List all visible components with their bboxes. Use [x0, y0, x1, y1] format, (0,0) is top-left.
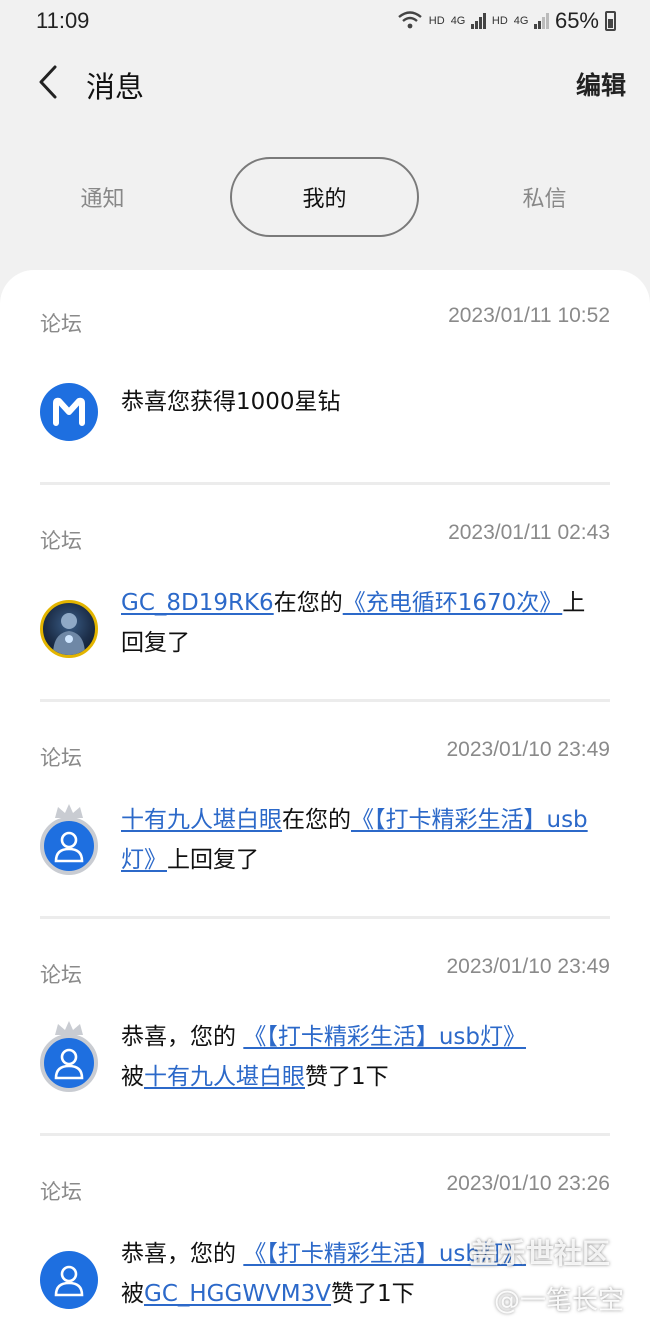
signal-icon — [471, 13, 486, 29]
avatar[interactable] — [40, 1034, 98, 1092]
network-label-1: 4G — [450, 15, 466, 27]
list-item[interactable]: 论坛 2023/01/11 02:43 GC_8D19RK6在您的《充电循环16… — [40, 521, 610, 705]
list-item[interactable]: 论坛 2023/01/10 23:49 恭喜，您的 《【打卡精彩生活】usb灯》… — [40, 955, 610, 1139]
message-source: 论坛 — [40, 963, 82, 987]
watermark-community: 盖乐世社区 — [470, 1237, 611, 1270]
message-time: 2023/01/11 02:43 — [448, 521, 610, 544]
post-link[interactable]: 《充电循环1670次》 — [343, 590, 563, 616]
divider — [40, 699, 610, 702]
message-content: 恭喜您获得1000星钻 — [121, 389, 341, 415]
user-link[interactable]: 十有九人堪白眼 — [144, 1064, 305, 1090]
message-prefix-text: 恭喜，您的 — [121, 1024, 236, 1050]
battery-icon — [605, 11, 616, 31]
message-list: 论坛 2023/01/11 10:52 恭喜您获得1000星钻 论坛 2023/… — [0, 270, 650, 1336]
message-text: GC_8D19RK6在您的《充电循环1670次》上回复了 — [121, 583, 591, 663]
user-link[interactable]: GC_8D19RK6 — [121, 590, 274, 616]
back-button[interactable] — [28, 62, 68, 102]
user-icon — [54, 1265, 84, 1297]
watermark-author: @一笔长空 — [494, 1286, 625, 1316]
message-mid-text: 被 — [121, 1281, 144, 1307]
crown-icon — [55, 804, 83, 818]
tab-bar: 通知 我的 私信 — [0, 157, 650, 237]
message-text: 恭喜您获得1000星钻 — [121, 382, 591, 422]
divider — [40, 916, 610, 919]
tab-mine[interactable]: 我的 — [230, 157, 419, 237]
header-bar: 消息 编辑 — [0, 56, 650, 112]
user-photo-icon — [53, 613, 85, 655]
message-prefix-text: 恭喜，您的 — [121, 1241, 236, 1267]
divider — [40, 1133, 610, 1136]
message-mid-text: 在您的 — [282, 807, 351, 833]
message-mid-text: 在您的 — [273, 590, 343, 616]
list-item[interactable]: 论坛 2023/01/11 10:52 恭喜您获得1000星钻 — [40, 304, 610, 488]
message-source: 论坛 — [40, 746, 82, 770]
members-logo-avatar — [40, 383, 98, 441]
user-link[interactable]: 十有九人堪白眼 — [121, 807, 282, 833]
message-tail-text: 上回复了 — [167, 847, 259, 873]
status-indicators: HD 4G HD 4G 65% — [397, 8, 616, 34]
user-icon — [54, 1048, 84, 1080]
status-time: 11:09 — [36, 8, 90, 33]
hd-label-2: HD — [491, 15, 508, 27]
message-source: 论坛 — [40, 1180, 82, 1204]
message-time: 2023/01/10 23:49 — [446, 955, 611, 978]
user-icon — [54, 831, 84, 863]
message-time: 2023/01/10 23:26 — [446, 1172, 611, 1195]
hd-label-1: HD — [428, 15, 445, 27]
message-source: 论坛 — [40, 312, 82, 336]
tab-notifications[interactable]: 通知 — [30, 157, 175, 237]
message-tail-text: 赞了1下 — [331, 1281, 415, 1307]
message-source: 论坛 — [40, 529, 82, 553]
network-label-2: 4G — [513, 15, 529, 27]
message-time: 2023/01/11 10:52 — [448, 304, 610, 327]
m-logo-icon — [53, 397, 85, 426]
battery-percent: 65% — [554, 8, 599, 33]
message-text: 十有九人堪白眼在您的《【打卡精彩生活】usb灯》上回复了 — [121, 800, 591, 880]
list-item[interactable]: 论坛 2023/01/10 23:49 十有九人堪白眼在您的《【打卡精彩生活】u… — [40, 738, 610, 922]
tab-private-messages[interactable]: 私信 — [472, 157, 617, 237]
status-bar: 11:09 HD 4G HD 4G 65% — [0, 0, 650, 46]
wifi-icon — [397, 10, 423, 33]
user-link[interactable]: GC_HGGWVM3V — [144, 1281, 331, 1307]
avatar[interactable] — [40, 600, 98, 658]
page-title: 消息 — [86, 70, 145, 104]
post-link[interactable]: 《【打卡精彩生活】usb灯》 — [243, 1024, 526, 1050]
edit-button[interactable]: 编辑 — [576, 66, 626, 102]
signal-icon — [534, 13, 549, 29]
message-time: 2023/01/10 23:49 — [446, 738, 611, 761]
chevron-left-icon — [39, 65, 57, 99]
divider — [40, 482, 610, 485]
avatar[interactable] — [40, 1251, 98, 1309]
message-mid-text: 被 — [121, 1064, 144, 1090]
message-tail-text: 赞了1下 — [305, 1064, 389, 1090]
crown-icon — [55, 1021, 83, 1035]
avatar[interactable] — [40, 817, 98, 875]
message-text: 恭喜，您的 《【打卡精彩生活】usb灯》被十有九人堪白眼赞了1下 — [121, 1017, 591, 1097]
